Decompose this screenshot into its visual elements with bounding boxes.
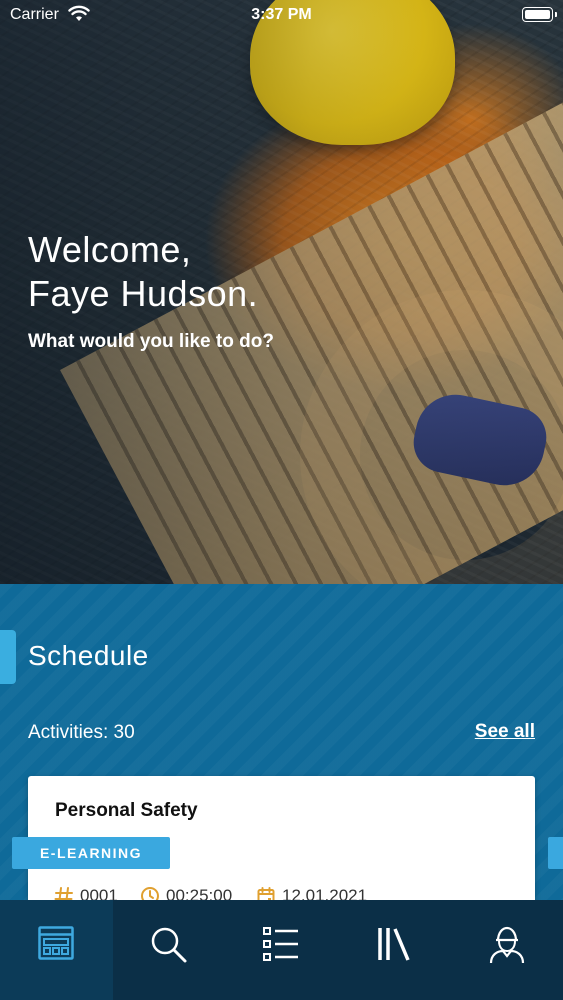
activity-duration-value: 00:25:00: [166, 886, 233, 900]
tab-search[interactable]: [113, 900, 226, 1000]
library-icon: [378, 928, 410, 961]
activities-count: Activities: 30: [28, 722, 135, 743]
welcome-heading: Welcome, Faye Hudson.: [28, 228, 258, 316]
activity-duration: 00:25:00: [140, 886, 232, 900]
activity-card-title: Personal Safety: [55, 800, 198, 821]
search-icon: [151, 927, 187, 963]
welcome-user-name: Faye Hudson.: [28, 273, 259, 314]
status-bar: Carrier 3:37 PM: [0, 0, 563, 30]
see-all-link[interactable]: See all: [475, 721, 535, 743]
activity-id: 0001: [54, 886, 118, 900]
clock-icon: [141, 887, 159, 900]
checklist-icon: [263, 927, 299, 961]
calendar-icon: [257, 887, 275, 900]
tab-profile[interactable]: [450, 900, 563, 1000]
tab-dashboard[interactable]: [0, 900, 113, 1000]
activity-id-value: 0001: [80, 886, 118, 900]
schedule-section-marker: [0, 630, 16, 684]
schedule-title: Schedule: [28, 640, 149, 671]
profile-icon: [489, 926, 524, 964]
dashboard-icon: [38, 926, 75, 960]
tab-activities[interactable]: [225, 900, 338, 1000]
tab-bar: [0, 900, 563, 1000]
activity-date-value: 12.01.2021: [282, 886, 368, 900]
welcome-prompt: What would you like to do?: [28, 331, 274, 352]
battery-icon: [522, 7, 557, 22]
activity-type-badge: E-LEARNING: [12, 837, 170, 869]
activity-date: 12.01.2021: [256, 886, 367, 900]
next-card-badge-edge: [548, 837, 563, 869]
tab-library[interactable]: [338, 900, 451, 1000]
hash-icon: [54, 887, 73, 900]
schedule-section: Schedule Activities: 30 See all Personal…: [0, 584, 563, 900]
status-time: 3:37 PM: [251, 6, 312, 23]
welcome-greeting: Welcome,: [28, 229, 192, 270]
